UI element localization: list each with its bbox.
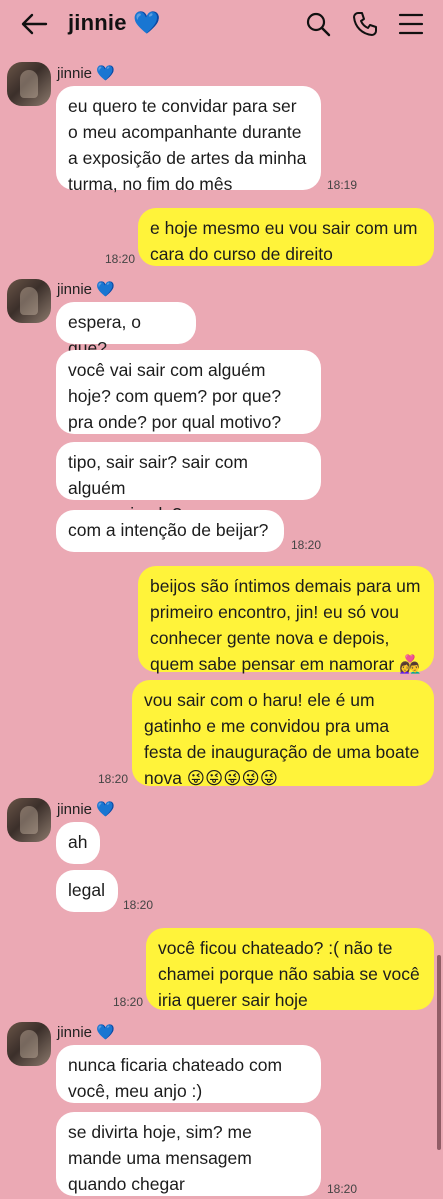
message-time: 18:20 — [98, 772, 129, 786]
chat-title[interactable]: jinnie 💙 — [68, 10, 161, 36]
avatar[interactable] — [7, 62, 51, 106]
message-bubble-incoming[interactable]: espera, o que? — [56, 302, 196, 358]
message-bubble-incoming[interactable]: eu quero te convidar para ser o meu acom… — [56, 86, 321, 194]
message-bubble-incoming[interactable]: ah — [56, 822, 100, 864]
message-bubble-incoming[interactable]: se divirta hoje, sim? me mande uma mensa… — [56, 1112, 321, 1196]
message-bubble-outgoing[interactable]: vou sair com o haru! ele é um gatinho e … — [132, 680, 434, 788]
message-bubble-outgoing[interactable]: beijos são íntimos demais para um primei… — [138, 566, 434, 674]
message-time: 18:20 — [291, 538, 322, 552]
avatar[interactable] — [7, 279, 51, 323]
message-bubble-outgoing[interactable]: e hoje mesmo eu vou sair com um cara do … — [138, 208, 434, 266]
message-time: 18:20 — [105, 252, 136, 266]
back-arrow-icon[interactable] — [20, 12, 48, 36]
message-bubble-incoming[interactable]: com a intenção de beijar? — [56, 510, 284, 552]
avatar[interactable] — [7, 798, 51, 842]
message-bubble-incoming[interactable]: você vai sair com alguém hoje? com quem?… — [56, 350, 321, 434]
chat-title-name: jinnie — [68, 10, 127, 35]
search-icon[interactable] — [305, 11, 331, 37]
chat-header: jinnie 💙 — [0, 0, 443, 50]
scrollbar[interactable] — [437, 955, 441, 1150]
message-time: 18:20 — [327, 1182, 358, 1196]
avatar[interactable] — [7, 1022, 51, 1066]
message-time: 18:19 — [327, 178, 358, 192]
message-bubble-incoming[interactable]: legal — [56, 870, 118, 912]
message-bubble-incoming[interactable]: tipo, sair sair? sair com alguém sem ami… — [56, 442, 321, 524]
sender-name: jinnie 💙 — [57, 801, 115, 818]
sender-name: jinnie 💙 — [57, 1024, 115, 1041]
message-bubble-incoming[interactable]: nunca ficaria chateado com você, meu anj… — [56, 1045, 321, 1103]
message-time: 18:20 — [123, 898, 154, 912]
sender-name: jinnie 💙 — [57, 65, 115, 82]
menu-icon[interactable] — [398, 11, 424, 37]
phone-icon[interactable] — [352, 11, 378, 37]
message-bubble-outgoing[interactable]: você ficou chateado? :( não te chamei po… — [146, 928, 434, 1010]
message-time: 18:20 — [113, 995, 144, 1009]
sender-name: jinnie 💙 — [57, 281, 115, 298]
blue-heart-icon: 💙 — [132, 10, 161, 35]
